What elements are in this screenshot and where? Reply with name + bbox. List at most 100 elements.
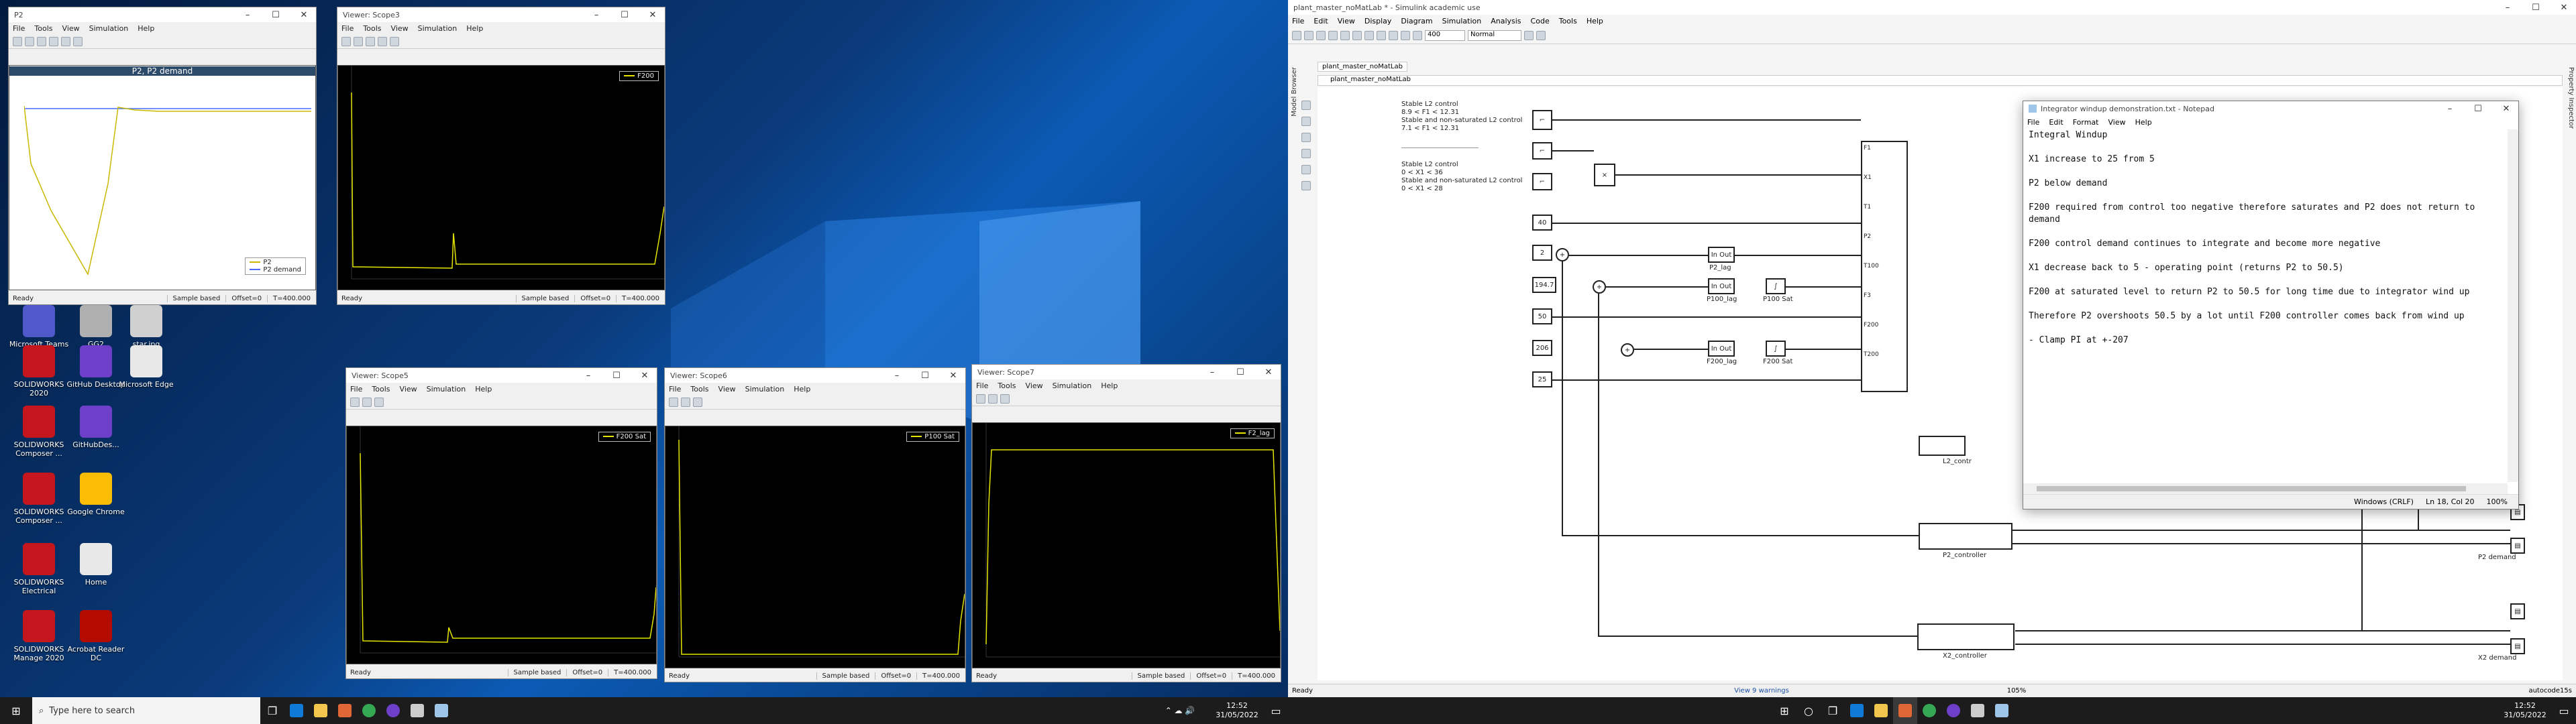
scope-block[interactable]: ▤ — [2510, 638, 2525, 654]
step-icon[interactable] — [366, 36, 375, 46]
annotation-icon[interactable] — [1301, 149, 1311, 158]
desktop-icon[interactable]: Microsoft Teams — [7, 305, 71, 349]
maximize-icon[interactable]: ☐ — [1228, 367, 1252, 377]
minimize-icon[interactable]: – — [235, 10, 260, 20]
undo-icon[interactable] — [1328, 30, 1338, 40]
zoom-icon[interactable] — [693, 397, 702, 407]
l2-controller-block[interactable] — [1919, 436, 1966, 456]
zoom-in-icon[interactable] — [1301, 101, 1311, 110]
new-icon[interactable] — [1292, 30, 1301, 40]
app-taskbar-icon[interactable] — [1966, 697, 1990, 724]
grid-icon[interactable] — [1536, 30, 1546, 40]
app-taskbar-icon[interactable] — [405, 697, 429, 724]
desktop-icon[interactable]: GitHubDes... — [64, 406, 128, 449]
step-icon[interactable] — [37, 36, 46, 46]
menu-view[interactable]: View — [62, 24, 80, 33]
minimize-icon[interactable]: – — [2438, 104, 2462, 114]
horizontal-scrollbar[interactable] — [2023, 483, 2508, 494]
menu-item[interactable]: Edit — [1313, 17, 1328, 25]
desktop-icon[interactable]: SOLIDWORKS Electrical — [7, 543, 71, 595]
github-taskbar-icon[interactable] — [381, 697, 405, 724]
stop-icon[interactable] — [1413, 30, 1422, 40]
menu-tools[interactable]: Tools — [363, 24, 381, 33]
desktop-icon[interactable]: Acrobat Reader DC — [64, 610, 128, 662]
save-icon[interactable] — [1316, 30, 1326, 40]
scope5-window[interactable]: Viewer: Scope5 – ☐ ✕ File Tools View Simulatio… — [345, 367, 657, 679]
menu-view[interactable]: View — [1026, 381, 1043, 390]
menu-item[interactable]: Analysis — [1491, 17, 1521, 25]
menu-view[interactable]: View — [400, 385, 417, 394]
tray-icons[interactable]: ⌃ ☁ 🔊 — [1150, 697, 1210, 724]
notification-icon[interactable]: ▭ — [2552, 697, 2576, 724]
p100-sat-block[interactable]: ∫ — [1766, 278, 1786, 294]
breadcrumb[interactable]: plant_master_noMatLab — [1318, 75, 2563, 86]
close-icon[interactable]: ✕ — [292, 10, 316, 20]
desktop-icon[interactable]: SOLIDWORKS Manage 2020 — [7, 610, 71, 662]
record-icon[interactable] — [1524, 30, 1534, 40]
step-back-icon[interactable] — [1377, 30, 1386, 40]
notepad-text-area[interactable]: Integral Windup X1 increase to 25 from 5 P… — [2029, 129, 2502, 482]
const-block[interactable]: 206 — [1532, 340, 1552, 356]
menu-item[interactable]: View — [1338, 17, 1355, 25]
desktop-icon[interactable]: SOLIDWORKS 2020 — [7, 345, 71, 398]
menu-help[interactable]: Help — [475, 385, 492, 394]
run-icon[interactable] — [354, 36, 363, 46]
redo-icon[interactable] — [1340, 30, 1350, 40]
close-icon[interactable]: ✕ — [941, 371, 965, 381]
zoom-icon[interactable] — [378, 36, 387, 46]
scope-plot[interactable]: F2_lag — [972, 422, 1281, 668]
minimize-icon[interactable]: – — [2496, 3, 2520, 13]
close-icon[interactable]: ✕ — [641, 10, 665, 20]
desktop-icon[interactable]: SOLIDWORKS Composer ... — [7, 473, 71, 525]
minimize-icon[interactable]: – — [576, 371, 600, 381]
settings-icon[interactable] — [350, 397, 360, 407]
menu-help[interactable]: Help — [1101, 381, 1118, 390]
open-icon[interactable] — [1304, 30, 1313, 40]
p100-lag-block[interactable]: In Out — [1708, 278, 1735, 294]
model-browser-tab[interactable]: Model Browser — [1291, 67, 1298, 117]
zoom-icon[interactable] — [61, 36, 70, 46]
maximize-icon[interactable]: ☐ — [2466, 104, 2490, 114]
scope-plot[interactable]: P100 Sat — [665, 426, 965, 668]
search-box[interactable]: ⌕ Type here to search — [32, 697, 260, 724]
settings-icon[interactable] — [669, 397, 678, 407]
menu-item[interactable]: File — [1292, 17, 1304, 25]
menu-item[interactable]: Help — [1587, 17, 1603, 25]
close-icon[interactable]: ✕ — [1256, 367, 1281, 377]
menu-item[interactable]: Code — [1531, 17, 1550, 25]
menu-simulation[interactable]: Simulation — [745, 385, 785, 394]
task-view-icon[interactable]: ❐ — [1821, 697, 1845, 724]
menu-file[interactable]: File — [341, 24, 354, 33]
stop-icon[interactable] — [49, 36, 58, 46]
desktop-icon[interactable]: Google Chrome — [64, 473, 128, 516]
menu-simulation[interactable]: Simulation — [89, 24, 129, 33]
run-icon[interactable] — [988, 394, 998, 404]
title-bar[interactable]: Integrator windup demonstration.txt - No… — [2023, 101, 2518, 116]
edge-taskbar-icon[interactable] — [1845, 697, 1869, 724]
f200-lag-block[interactable]: In Out — [1708, 341, 1735, 357]
scope-plot[interactable]: F200 — [337, 65, 665, 290]
title-bar[interactable]: P2 – ☐ ✕ — [9, 7, 316, 22]
menu-simulation[interactable]: Simulation — [418, 24, 458, 33]
vertical-scrollbar[interactable] — [2508, 129, 2518, 482]
close-icon[interactable]: ✕ — [2552, 3, 2576, 13]
scope6-window[interactable]: Viewer: Scope6 – ☐ ✕ File Tools View Simulatio… — [664, 367, 966, 682]
area-icon[interactable] — [1301, 181, 1311, 190]
minimize-icon[interactable]: – — [885, 371, 909, 381]
settings-icon[interactable] — [13, 36, 22, 46]
matlab-taskbar-icon[interactable] — [333, 697, 357, 724]
run-icon[interactable] — [1389, 30, 1398, 40]
minimize-icon[interactable]: – — [1200, 367, 1224, 377]
settings-icon[interactable] — [341, 36, 351, 46]
const-block[interactable]: 50 — [1532, 308, 1552, 324]
p2-lag-block[interactable]: In Out — [1708, 247, 1735, 263]
scope-p2-window[interactable]: P2 – ☐ ✕ File Tools View Simulation Help P2, P2… — [8, 7, 317, 305]
maximize-icon[interactable]: ☐ — [604, 371, 629, 381]
menu-view[interactable]: View — [2108, 118, 2126, 127]
x2-controller-block[interactable] — [1917, 623, 2015, 650]
desktop-icon[interactable]: Microsoft Edge — [114, 345, 178, 389]
title-bar[interactable]: Viewer: Scope5 – ☐ ✕ — [346, 368, 657, 383]
property-inspector-tab[interactable]: Property Inspector — [2567, 67, 2575, 129]
step-block[interactable]: ⌐ — [1532, 110, 1552, 130]
scope7-window[interactable]: Viewer: Scope7 – ☐ ✕ File Tools View Simulatio… — [971, 364, 1281, 682]
